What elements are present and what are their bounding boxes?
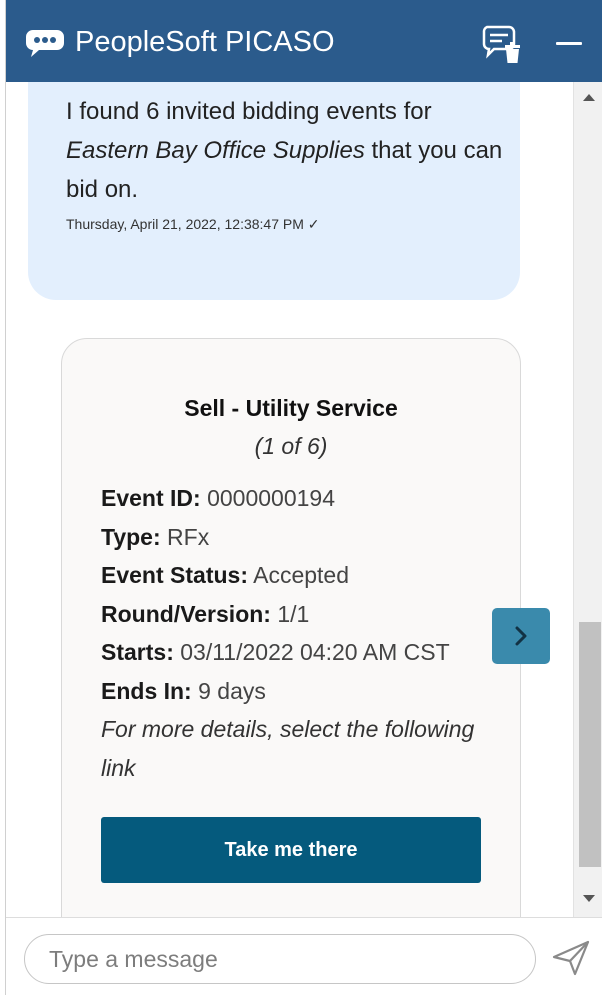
field-label: Ends In: [101, 677, 192, 704]
field-value: 03/11/2022 04:20 AM CST [180, 639, 450, 665]
field-value: RFx [167, 523, 210, 550]
type-field: Type: RFx [101, 518, 511, 557]
chat-title: PeopleSoft PICASO [75, 26, 335, 58]
send-icon [552, 940, 590, 976]
scroll-down-arrow-icon[interactable] [583, 895, 595, 902]
chat-window: PeopleSoft PICASO I found 6 invited bidd… [5, 0, 602, 995]
field-value: 1/1 [277, 600, 310, 627]
field-value: 0000000194 [207, 485, 335, 511]
supplier-name: Eastern Bay Office Supplies [66, 137, 365, 164]
minimize-button[interactable] [554, 38, 588, 50]
take-me-there-button[interactable]: Take me there [101, 817, 481, 883]
send-button[interactable] [550, 938, 592, 978]
event-status-field: Event Status: Accepted [101, 556, 511, 595]
field-label: Event ID: [101, 485, 201, 511]
card-title: Sell - Utility Service [184, 395, 398, 421]
message-text-part: I found 6 invited bidding events for [66, 98, 432, 125]
ends-in-field: Ends In: 9 days [101, 672, 511, 711]
conversation-scrollbar[interactable] [573, 82, 602, 917]
minimize-icon [556, 42, 582, 45]
bidding-event-card: Sell - Utility Service (1 of 6) Event ID… [61, 338, 521, 917]
field-value: Accepted [253, 562, 350, 588]
event-id-field: Event ID: 0000000194 [101, 479, 511, 518]
chat-bubble-icon [26, 30, 64, 57]
message-timestamp: Thursday, April 21, 2022, 12:38:47 PM ✓ [66, 216, 320, 232]
bot-message-text: I found 6 invited bidding events for Eas… [66, 92, 506, 209]
chat-header: PeopleSoft PICASO [6, 0, 602, 82]
conversation-area[interactable]: I found 6 invited bidding events for Eas… [6, 82, 573, 917]
message-input[interactable] [24, 934, 536, 984]
round-version-field: Round/Version: 1/1 [101, 595, 511, 634]
starts-field: Starts: 03/11/2022 04:20 AM CST [101, 633, 511, 672]
field-label: Type: [101, 523, 161, 550]
clear-chat-button[interactable] [481, 23, 525, 65]
field-label: Starts: [101, 639, 174, 665]
card-position: (1 of 6) [254, 433, 328, 459]
more-details-text: For more details, select the following l… [101, 716, 475, 781]
scroll-up-arrow-icon[interactable] [583, 94, 595, 101]
carousel-next-button[interactable] [492, 608, 550, 664]
field-label: Event Status: [101, 562, 248, 588]
message-composer [6, 917, 602, 995]
chevron-right-icon [515, 626, 527, 646]
scroll-thumb[interactable] [579, 622, 601, 867]
event-details: Event ID: 0000000194 Type: RFx Event Sta… [101, 479, 511, 787]
field-value: 9 days [198, 677, 266, 704]
bot-message-bubble: I found 6 invited bidding events for Eas… [28, 82, 520, 300]
clear-chat-icon [482, 25, 520, 63]
field-label: Round/Version: [101, 600, 271, 627]
